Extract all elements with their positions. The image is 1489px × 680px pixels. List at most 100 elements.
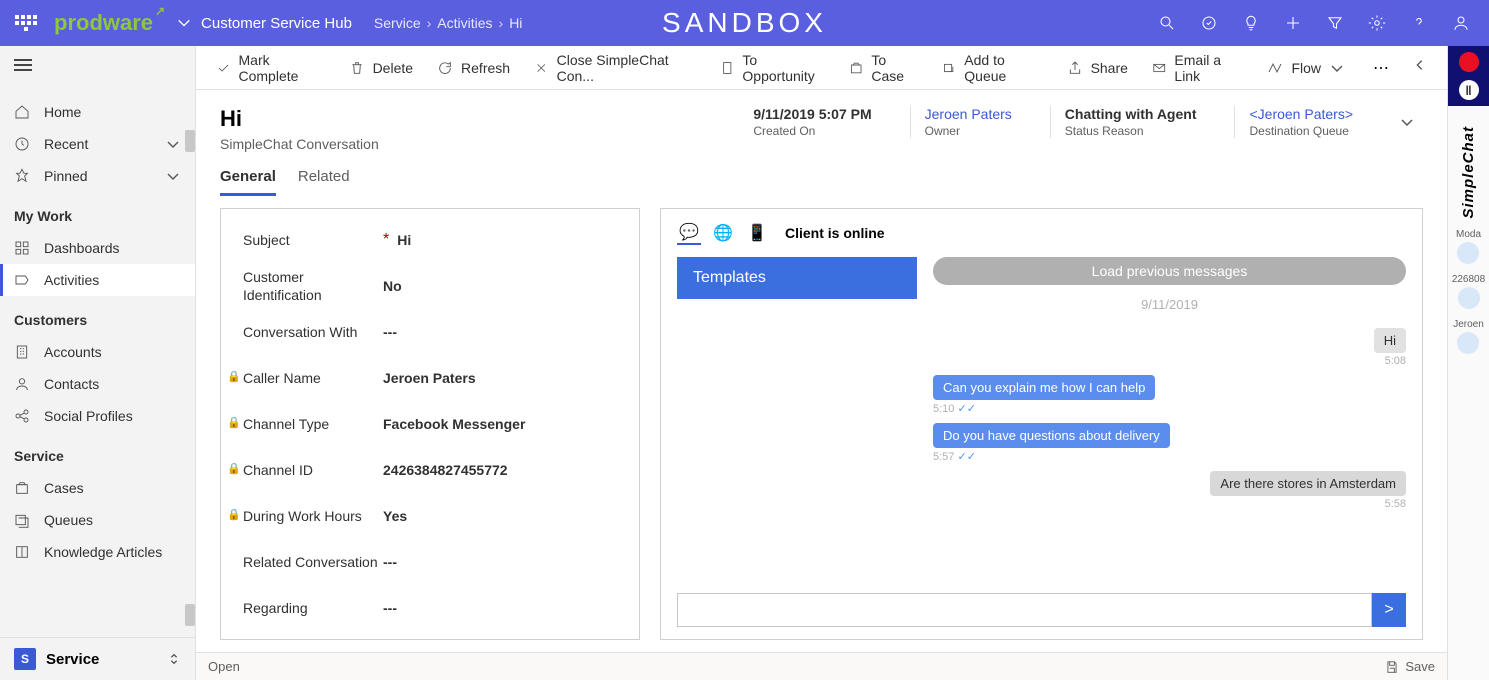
cmd-email-link[interactable]: Email a Link <box>1142 46 1254 90</box>
save-label: Save <box>1405 659 1435 674</box>
help-icon[interactable] <box>1399 0 1439 46</box>
cmd-label: Share <box>1091 60 1128 76</box>
chat-channel-icon[interactable]: 💬 <box>677 221 701 245</box>
globe-icon[interactable]: 🌐 <box>711 221 735 245</box>
field-value-custid[interactable]: No <box>383 278 402 294</box>
building-icon <box>14 344 30 360</box>
cmd-label: To Case <box>871 52 917 84</box>
device-icon[interactable]: 📱 <box>745 221 769 245</box>
sidebar-item-recent[interactable]: Recent <box>0 128 195 160</box>
sidebar-item-activities[interactable]: Activities <box>0 264 195 296</box>
chat-input[interactable] <box>677 593 1372 627</box>
cmd-add-queue[interactable]: Add to Queue <box>932 46 1053 90</box>
add-queue-icon <box>942 60 957 76</box>
templates-title[interactable]: Templates <box>677 257 917 299</box>
clock-icon <box>14 136 30 152</box>
cmd-to-opportunity[interactable]: To Opportunity <box>710 46 835 90</box>
field-label: Channel Type <box>243 416 383 432</box>
scrollbar-thumb[interactable] <box>185 604 195 626</box>
sidebar-item-social[interactable]: Social Profiles <box>0 400 195 432</box>
sidebar-item-knowledge[interactable]: Knowledge Articles <box>0 536 195 568</box>
area-switcher[interactable]: S Service <box>0 637 195 680</box>
activity-icon <box>14 272 30 288</box>
field-label: Subject <box>243 232 383 248</box>
tab-related[interactable]: Related <box>298 168 350 196</box>
owner-label: Owner <box>925 124 1012 138</box>
field-value-regarding[interactable]: --- <box>383 600 397 616</box>
field-value-relconv[interactable]: --- <box>383 554 397 570</box>
search-icon[interactable] <box>1147 0 1187 46</box>
gear-icon[interactable] <box>1357 0 1397 46</box>
cmd-label: Refresh <box>461 60 510 76</box>
rail-label: 226808 <box>1452 274 1485 285</box>
cmd-label: Flow <box>1291 60 1321 76</box>
sidebar-item-home[interactable]: Home <box>0 96 195 128</box>
app-launcher[interactable] <box>14 11 38 35</box>
hamburger-button[interactable] <box>0 46 195 90</box>
sidebar: Home Recent Pinned My Work Dashboards Ac… <box>0 46 196 680</box>
crumb-service[interactable]: Service <box>374 15 421 31</box>
cmd-share[interactable]: Share <box>1057 54 1138 82</box>
save-button[interactable]: Save <box>1385 659 1435 674</box>
chat-date: 9/11/2019 <box>933 297 1406 312</box>
sidebar-item-accounts[interactable]: Accounts <box>0 336 195 368</box>
sidebar-item-queues[interactable]: Queues <box>0 504 195 536</box>
task-icon[interactable] <box>1189 0 1229 46</box>
cmd-collapse[interactable] <box>1403 52 1437 83</box>
filter-icon[interactable] <box>1315 0 1355 46</box>
area-icon: S <box>14 648 36 670</box>
chevron-down-icon[interactable] <box>177 16 191 30</box>
templates-pane: Templates <box>677 257 917 581</box>
crumb-activities[interactable]: Activities <box>437 15 492 31</box>
command-bar: Mark Complete Delete Refresh Close Simpl… <box>196 46 1447 90</box>
cmd-mark-complete[interactable]: Mark Complete <box>206 46 335 90</box>
sidebar-label: Activities <box>44 272 99 288</box>
sidebar-item-pinned[interactable]: Pinned <box>0 160 195 192</box>
sidebar-item-contacts[interactable]: Contacts <box>0 368 195 400</box>
sidebar-label: Contacts <box>44 376 99 392</box>
rail-item[interactable]: 226808 <box>1452 274 1485 309</box>
rail-item[interactable]: Jeroen <box>1453 319 1484 354</box>
status-reason-label: Status Reason <box>1065 124 1197 138</box>
chevron-down-icon <box>165 168 181 184</box>
record-indicator[interactable] <box>1459 52 1479 72</box>
pause-button[interactable] <box>1459 80 1479 100</box>
tab-general[interactable]: General <box>220 168 276 196</box>
field-value-subject[interactable]: Hi <box>397 232 411 248</box>
breadcrumb: Service › Activities › Hi <box>374 15 523 31</box>
bulb-icon[interactable] <box>1231 0 1271 46</box>
cmd-to-case[interactable]: To Case <box>839 46 928 90</box>
cmd-flow[interactable]: Flow <box>1257 54 1355 82</box>
load-previous-button[interactable]: Load previous messages <box>933 257 1406 285</box>
sidebar-item-cases[interactable]: Cases <box>0 472 195 504</box>
cmd-overflow[interactable]: ⋯ <box>1363 52 1399 84</box>
plus-icon[interactable] <box>1273 0 1313 46</box>
sidebar-label: Recent <box>44 136 88 152</box>
header-expand[interactable] <box>1391 106 1423 143</box>
close-icon <box>534 60 549 76</box>
status-reason-value: Chatting with Agent <box>1065 106 1197 122</box>
case-icon <box>849 60 863 76</box>
refresh-icon <box>437 60 453 76</box>
cmd-close-chat[interactable]: Close SimpleChat Con... <box>524 46 706 90</box>
rail-item[interactable]: Moda <box>1456 229 1481 264</box>
owner-value[interactable]: Jeroen Paters <box>925 106 1012 122</box>
hub-name[interactable]: Customer Service Hub <box>201 15 352 32</box>
field-value-convwith[interactable]: --- <box>383 324 397 340</box>
doc-icon <box>720 60 735 76</box>
user-icon[interactable] <box>1441 0 1481 46</box>
save-icon <box>1385 660 1399 674</box>
rail-label: Moda <box>1456 229 1481 240</box>
social-icon <box>14 408 30 424</box>
sidebar-label: Knowledge Articles <box>44 544 162 560</box>
dashboard-icon <box>14 240 30 256</box>
sidebar-label: Pinned <box>44 168 88 184</box>
cmd-label: Email a Link <box>1174 52 1243 84</box>
send-button[interactable]: > <box>1372 593 1406 627</box>
pin-icon <box>14 168 30 184</box>
simplechat-brand: SimpleChat <box>1460 126 1477 219</box>
sidebar-item-dashboards[interactable]: Dashboards <box>0 232 195 264</box>
cmd-delete[interactable]: Delete <box>339 54 423 82</box>
dest-queue-value[interactable]: <Jeroen Paters> <box>1249 106 1353 122</box>
cmd-refresh[interactable]: Refresh <box>427 54 520 82</box>
